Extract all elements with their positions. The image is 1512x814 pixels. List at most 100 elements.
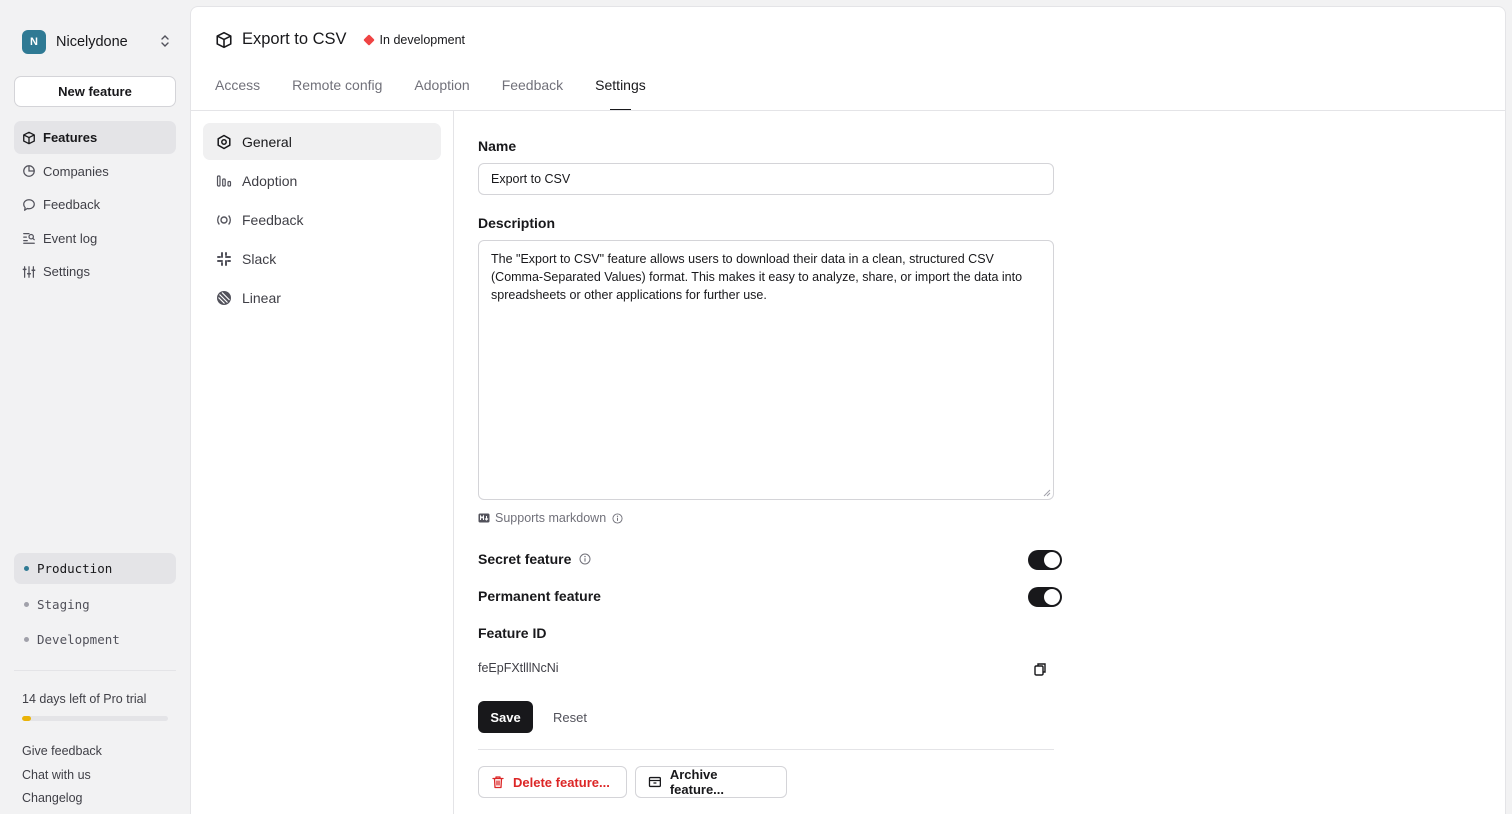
toggle-knob bbox=[1044, 552, 1060, 568]
description-text: The "Export to CSV" feature allows users… bbox=[491, 252, 1023, 302]
subnav-item-slack[interactable]: Slack bbox=[203, 240, 441, 277]
pie-chart-icon bbox=[23, 165, 35, 177]
status-label: In development bbox=[379, 32, 466, 47]
sidebar-item-label: Event log bbox=[43, 230, 98, 246]
trash-icon bbox=[492, 776, 504, 789]
changelog-link[interactable]: Changelog bbox=[22, 789, 102, 813]
page-header: Export to CSV In development bbox=[215, 30, 465, 49]
page-title: Export to CSV bbox=[242, 30, 347, 48]
description-textarea[interactable]: The "Export to CSV" feature allows users… bbox=[478, 240, 1054, 500]
env-label: Production bbox=[37, 561, 113, 576]
archive-feature-button[interactable]: Archive feature... bbox=[635, 766, 787, 798]
cube-icon bbox=[216, 31, 232, 48]
tab-settings[interactable]: Settings bbox=[595, 77, 646, 111]
subnav-item-general[interactable]: General bbox=[203, 123, 441, 160]
env-dot bbox=[24, 637, 29, 642]
subnav-item-label: Feedback bbox=[242, 211, 304, 228]
sidebar-item-label: Companies bbox=[43, 163, 109, 179]
cube-icon bbox=[23, 131, 35, 144]
secret-feature-label: Secret feature bbox=[478, 551, 572, 567]
status-badge: In development bbox=[362, 32, 466, 47]
subnav-item-label: Linear bbox=[242, 289, 281, 306]
subnav-item-feedback[interactable]: Feedback bbox=[203, 201, 441, 238]
sidebar-divider bbox=[14, 670, 176, 671]
sidebar-item-features[interactable]: Features bbox=[14, 121, 176, 154]
log-search-icon bbox=[23, 233, 35, 244]
trial-progress-bar bbox=[22, 716, 168, 721]
sliders-icon bbox=[22, 265, 36, 278]
env-dot bbox=[24, 566, 29, 571]
main-panel: Export to CSV In development Access Remo… bbox=[190, 6, 1506, 814]
markdown-hint-text: Supports markdown bbox=[495, 511, 607, 525]
adoption-bars-icon bbox=[216, 174, 232, 187]
markdown-icon bbox=[478, 513, 490, 523]
env-staging[interactable]: Staging bbox=[14, 589, 176, 620]
env-label: Development bbox=[37, 632, 120, 647]
sidebar-item-feedback[interactable]: Feedback bbox=[14, 188, 176, 221]
permanent-feature-toggle[interactable] bbox=[1028, 587, 1062, 607]
hexagon-icon bbox=[217, 134, 231, 149]
subnav-item-label: Adoption bbox=[242, 172, 298, 189]
sidebar-item-label: Feedback bbox=[43, 197, 101, 212]
sidebar-nav: Features Companies Feedback Event log Se… bbox=[14, 121, 176, 289]
chevron-up-down-icon bbox=[161, 35, 169, 47]
sidebar: N Nicelydone New feature Features Compan… bbox=[0, 0, 190, 814]
feedback-ring-icon bbox=[217, 214, 231, 225]
feature-tabs: Access Remote config Adoption Feedback S… bbox=[215, 77, 678, 111]
info-icon[interactable] bbox=[612, 512, 623, 524]
feature-id-value: feEpFXtlllNcNi bbox=[478, 661, 559, 675]
sidebar-item-label: Features bbox=[43, 130, 98, 145]
env-dot bbox=[24, 601, 29, 607]
env-development[interactable]: Development bbox=[14, 624, 176, 655]
footer-links: Give feedback Chat with us Changelog bbox=[22, 742, 102, 813]
secret-feature-row: Secret feature bbox=[478, 551, 591, 567]
sidebar-item-settings[interactable]: Settings bbox=[14, 255, 176, 288]
form-divider bbox=[478, 749, 1054, 750]
permanent-feature-label: Permanent feature bbox=[478, 588, 601, 604]
secret-feature-toggle[interactable] bbox=[1028, 550, 1062, 570]
org-switcher[interactable]: N Nicelydone bbox=[22, 29, 172, 55]
subnav-item-label: General bbox=[242, 133, 292, 150]
tab-adoption[interactable]: Adoption bbox=[414, 77, 469, 103]
copy-icon[interactable] bbox=[1032, 661, 1048, 677]
archive-icon bbox=[648, 776, 661, 788]
chat-with-us-link[interactable]: Chat with us bbox=[22, 766, 102, 790]
subnav-item-linear[interactable]: Linear bbox=[203, 279, 441, 316]
trial-text: 14 days left of Pro trial bbox=[22, 692, 147, 706]
tab-feedback[interactable]: Feedback bbox=[502, 77, 563, 103]
trial-progress-fill bbox=[22, 716, 31, 721]
org-avatar: N bbox=[22, 30, 46, 54]
slack-icon bbox=[217, 251, 231, 266]
sidebar-item-companies[interactable]: Companies bbox=[14, 155, 176, 188]
reset-button[interactable]: Reset bbox=[553, 710, 587, 725]
toggle-knob bbox=[1044, 589, 1060, 605]
sidebar-item-label: Settings bbox=[43, 264, 90, 279]
env-label: Staging bbox=[37, 596, 90, 612]
settings-subnav: General Adoption Feedback Slack Linear bbox=[203, 123, 441, 318]
info-icon[interactable] bbox=[579, 553, 591, 565]
resize-handle-icon[interactable] bbox=[1043, 489, 1051, 497]
sidebar-item-event-log[interactable]: Event log bbox=[14, 222, 176, 255]
tab-remote-config[interactable]: Remote config bbox=[292, 77, 382, 103]
delete-feature-button[interactable]: Delete feature... bbox=[478, 766, 627, 798]
new-feature-button[interactable]: New feature bbox=[14, 76, 176, 107]
subnav-item-adoption[interactable]: Adoption bbox=[203, 162, 441, 199]
save-button[interactable]: Save bbox=[478, 701, 533, 733]
name-input[interactable] bbox=[478, 163, 1054, 195]
org-name: Nicelydone bbox=[56, 34, 128, 50]
status-dot bbox=[362, 33, 375, 46]
tabs-divider bbox=[191, 110, 1505, 111]
tab-access[interactable]: Access bbox=[215, 77, 260, 103]
markdown-hint: Supports markdown bbox=[478, 511, 628, 525]
subnav-item-label: Slack bbox=[242, 250, 277, 267]
description-label: Description bbox=[478, 215, 556, 231]
chat-bubble-icon bbox=[23, 198, 35, 211]
delete-feature-label: Delete feature... bbox=[513, 774, 610, 790]
name-label: Name bbox=[478, 138, 517, 154]
archive-feature-label: Archive feature... bbox=[669, 767, 725, 797]
permanent-feature-row: Permanent feature bbox=[478, 588, 601, 604]
give-feedback-link[interactable]: Give feedback bbox=[22, 742, 102, 766]
environment-list: Production Staging Development bbox=[14, 553, 176, 660]
env-production[interactable]: Production bbox=[14, 553, 176, 584]
linear-icon bbox=[217, 290, 231, 305]
